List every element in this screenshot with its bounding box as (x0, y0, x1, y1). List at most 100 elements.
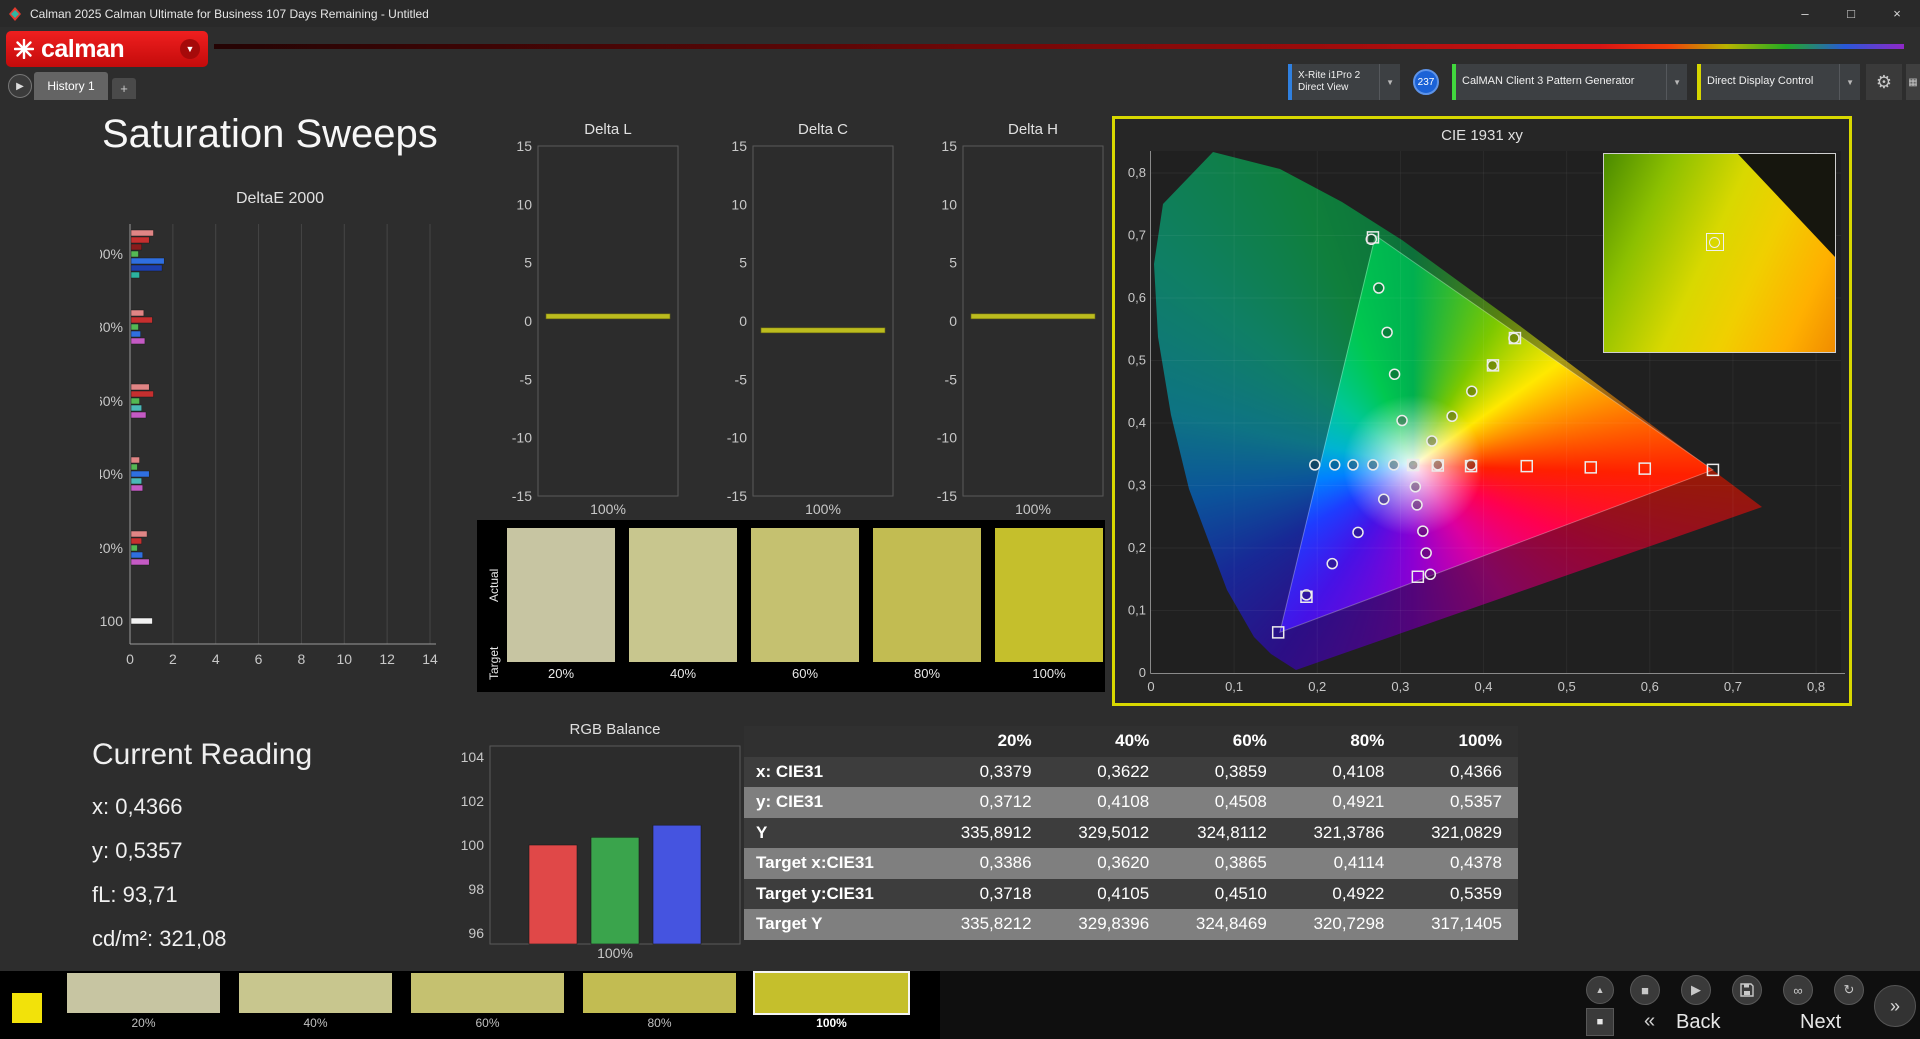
next-circle-button[interactable]: » (1874, 985, 1916, 1027)
svg-text:15: 15 (731, 138, 747, 154)
table-cell: 0,4105 (1047, 878, 1166, 909)
display-control-dropdown[interactable]: Direct Display Control ▼ (1697, 64, 1860, 100)
table-cell: 321,3786 (1282, 817, 1401, 848)
svg-text:100%: 100% (1015, 501, 1051, 517)
pattern-swatch-80%[interactable]: 80% (583, 973, 736, 1030)
svg-text:0,6: 0,6 (1128, 290, 1146, 305)
continuous-measure-button[interactable]: ∞ (1783, 975, 1813, 1005)
app-icon (8, 6, 22, 21)
calman-app-window: Calman 2025 Calman Ultimate for Business… (0, 0, 1920, 1039)
pattern-swatch-label: 60% (475, 1016, 500, 1030)
pattern-swatch-label: 100% (755, 1016, 908, 1030)
pattern-swatch-100%[interactable]: 100% (753, 971, 910, 1030)
pattern-swatch-60%[interactable]: 60% (411, 973, 564, 1030)
collapse-button[interactable]: ▲ (1586, 976, 1614, 1004)
pattern-swatch-color[interactable] (753, 971, 910, 1015)
svg-text:0: 0 (1147, 679, 1154, 694)
table-cell: 0,3386 (930, 848, 1048, 879)
back-button[interactable]: Back (1676, 1011, 1720, 1034)
back-chevrons-icon[interactable]: « (1644, 1010, 1655, 1033)
table-row-label: Target Y (744, 909, 930, 940)
svg-text:60%: 60% (100, 393, 123, 409)
swatch-label: 20% (547, 666, 575, 681)
pattern-swatch-40%[interactable]: 40% (239, 973, 392, 1030)
current-pattern-swatch[interactable] (12, 993, 42, 1023)
close-button[interactable]: × (1874, 0, 1920, 27)
pattern-label: CalMAN Client 3 Pattern Generator (1462, 75, 1635, 88)
minimize-button[interactable]: – (1782, 0, 1828, 27)
svg-text:5: 5 (949, 255, 957, 271)
bottom-pattern-bar: 20% 40% 60% 80% 100% ▲ ■ ▶ ∞ ↻ ■ « Back Next… (0, 971, 1920, 1039)
swatch-color (873, 528, 981, 662)
refresh-button[interactable]: ↻ (1834, 975, 1864, 1005)
target-label: Target (487, 646, 501, 680)
table-cell: 321,0829 (1400, 817, 1518, 848)
svg-text:0: 0 (524, 313, 532, 329)
saturation-swatch: 80% (873, 528, 981, 681)
pattern-swatch-color[interactable] (411, 973, 564, 1013)
pattern-swatch-color[interactable] (239, 973, 392, 1013)
svg-text:10: 10 (336, 651, 352, 667)
deltae2000-chart: 0 2 4 6 8 10 12 14 100% 80% 60% 40% 20% 100 (100, 224, 438, 667)
table-row-label: Target y:CIE31 (744, 878, 930, 909)
table-row-label: y: CIE31 (744, 787, 930, 818)
table-header-cell: 80% (1282, 726, 1401, 757)
maximize-button[interactable]: □ (1828, 0, 1874, 27)
save-button[interactable] (1732, 975, 1762, 1005)
svg-text:-15: -15 (727, 488, 747, 504)
reading-fl: fL: 93,71 (92, 882, 178, 907)
pattern-swatch-color[interactable] (583, 973, 736, 1013)
workflow-play-button[interactable]: ▶ (8, 74, 32, 98)
swatch-label: 80% (913, 666, 941, 681)
table-cell: 324,8112 (1165, 817, 1283, 848)
calman-logo-menu[interactable]: calman ▼ (6, 31, 208, 67)
layout-grid-button[interactable]: ▦ (1906, 64, 1920, 100)
svg-text:0,4: 0,4 (1128, 415, 1146, 430)
table-cell: 0,5357 (1400, 787, 1518, 818)
svg-text:2: 2 (169, 651, 177, 667)
svg-text:-5: -5 (520, 371, 533, 387)
pattern-generator-dropdown[interactable]: CalMAN Client 3 Pattern Generator ▼ (1452, 64, 1687, 100)
chevron-down-icon[interactable]: ▼ (180, 39, 200, 59)
pattern-swatch-label: 40% (303, 1016, 328, 1030)
current-reading-block: Current Reading x: 0,4366 y: 0,5357 fL: … (92, 738, 312, 970)
table-cell: 0,3379 (930, 756, 1048, 787)
settings-gear-button[interactable]: ⚙ (1866, 64, 1902, 100)
svg-text:5: 5 (739, 255, 747, 271)
window-title: Calman 2025 Calman Ultimate for Business… (30, 6, 429, 21)
table-row-label: Target x:CIE31 (744, 848, 930, 879)
svg-text:40%: 40% (100, 466, 123, 482)
table-cell: 324,8469 (1165, 909, 1283, 940)
pattern-window-button[interactable]: ■ (1586, 1008, 1614, 1036)
svg-text:-15: -15 (937, 488, 957, 504)
svg-text:14: 14 (422, 651, 438, 667)
svg-text:12: 12 (379, 651, 395, 667)
svg-text:10: 10 (516, 196, 532, 212)
saturation-swatch: 60% (751, 528, 859, 681)
table-cell: 0,4108 (1047, 787, 1166, 818)
table-cell: 0,4366 (1400, 756, 1518, 787)
delta-c-chart: 15 10 5 0 -5 -10 -15 Delta C 100% (727, 121, 894, 517)
table-cell: 0,4508 (1165, 787, 1283, 818)
pattern-swatch-20%[interactable]: 20% (67, 973, 220, 1030)
table-cell: 0,5359 (1400, 878, 1518, 909)
play-button[interactable]: ▶ (1681, 975, 1711, 1005)
swatch-row: 20% 40% 60% 80% 100% (507, 528, 1103, 681)
swatch-color (995, 528, 1103, 662)
saturation-swatch: 20% (507, 528, 615, 681)
svg-text:6: 6 (255, 651, 263, 667)
svg-text:0,5: 0,5 (1128, 353, 1146, 368)
meter-count-badge[interactable]: 237 (1413, 69, 1439, 95)
stop-button[interactable]: ■ (1630, 975, 1660, 1005)
table-cell: 0,4510 (1165, 878, 1283, 909)
calman-wordmark: calman (41, 34, 125, 63)
tab-history-1[interactable]: History 1 (34, 72, 108, 100)
next-button[interactable]: Next (1800, 1011, 1841, 1034)
meter-select-dropdown[interactable]: X-Rite i1Pro 2 Direct View ▼ (1288, 64, 1400, 100)
pattern-swatch-color[interactable] (67, 973, 220, 1013)
deltae2000-chart-title: DeltaE 2000 (235, 190, 325, 207)
table-cell: 0,4108 (1282, 756, 1401, 787)
svg-text:5: 5 (524, 255, 532, 271)
add-tab-button[interactable]: + (112, 78, 136, 99)
table-header-cell: 100% (1400, 726, 1518, 757)
